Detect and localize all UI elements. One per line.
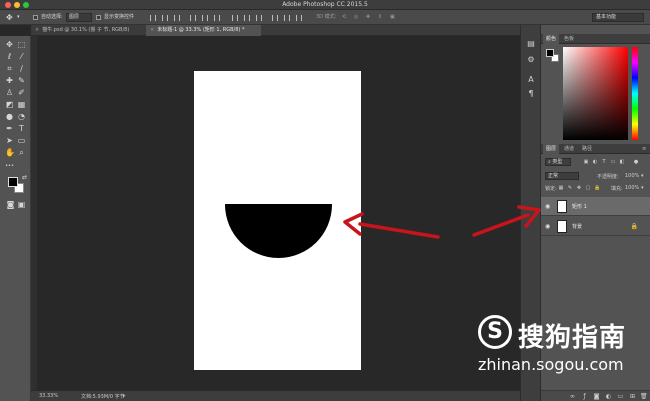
sogou-logo-icon: S [478,315,512,349]
sogou-watermark: S 搜狗指南 zhinan.sogou.com [478,315,628,385]
watermark-url: zhinan.sogou.com [478,355,624,374]
watermark-title: 搜狗指南 [518,323,627,353]
arrow-to-layer [472,205,541,237]
arrow-to-shape [343,212,440,239]
